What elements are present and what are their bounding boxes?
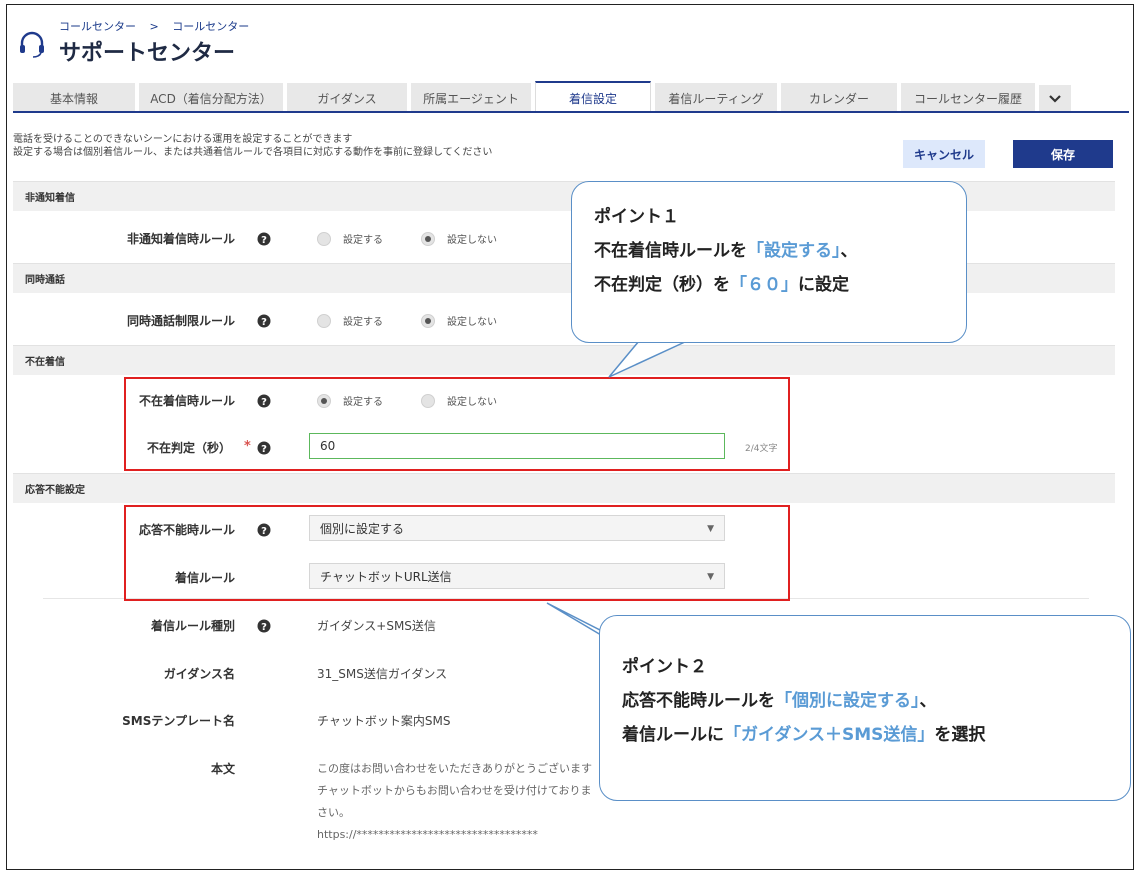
rule-type-label: 着信ルール種別 xyxy=(150,619,235,633)
tab-agents[interactable]: 所属エージェント xyxy=(411,83,531,113)
breadcrumb: コールセンター > コールセンター xyxy=(59,18,259,34)
callout-text: に設定 xyxy=(798,275,849,295)
callout-emphasis: 「６０」 xyxy=(730,275,798,295)
callout-point2: ポイント２ 応答不能時ルールを「個別に設定する」、 着信ルールに「ガイダンス＋S… xyxy=(599,615,1131,801)
help-icon[interactable]: ? xyxy=(257,314,271,328)
tab-incoming-settings[interactable]: 着信設定 xyxy=(535,81,651,113)
concurrent-radio-on[interactable] xyxy=(317,314,331,328)
tab-basic-info[interactable]: 基本情報 xyxy=(13,83,135,113)
page-title: サポートセンター xyxy=(59,41,236,66)
tab-acd[interactable]: ACD（着信分配方法） xyxy=(139,83,283,113)
callout-emphasis: 「設定する」 xyxy=(747,241,841,261)
sms-body-text: この度はお問い合わせをいただきありがとうございます チャットボットからもお問い合… xyxy=(317,758,592,846)
callout-text: を選択 xyxy=(934,725,986,745)
anonymous-rule-label: 非通知着信時ルール xyxy=(126,232,235,246)
highlight-box-absent xyxy=(124,377,790,471)
sms-template-label: SMSテンプレート名 xyxy=(122,714,235,728)
tab-history[interactable]: コールセンター履歴 xyxy=(901,83,1035,113)
body-line: チャットボットからもお問い合わせを受け付けておりま xyxy=(317,784,592,797)
concurrent-rule-label: 同時通話制限ルール xyxy=(126,314,235,328)
callout-emphasis: 「個別に設定する」 xyxy=(775,691,920,711)
tab-underline xyxy=(13,111,1129,113)
rule-type-value: ガイダンス+SMS送信 xyxy=(317,619,436,633)
callout-point1: ポイント１ 不在着信時ルールを「設定する」、 不在判定（秒）を「６０」に設定 xyxy=(571,181,967,343)
callout-text: 、 xyxy=(919,691,937,711)
callout-line: 不在判定（秒）を「６０」に設定 xyxy=(594,268,944,302)
callout-line: 不在着信時ルールを「設定する」、 xyxy=(594,234,944,268)
chevron-down-icon xyxy=(1049,95,1061,103)
callout-text: 不在判定（秒）を xyxy=(594,275,730,295)
callout-emphasis: 「ガイダンス＋SMS送信」 xyxy=(724,725,935,745)
help-icon[interactable]: ? xyxy=(257,619,271,633)
guidance-name-value: 31_SMS送信ガイダンス xyxy=(317,667,448,681)
body-label: 本文 xyxy=(210,762,235,776)
body-line: この度はお問い合わせをいただきありがとうございます xyxy=(317,762,592,775)
app-window: コールセンター > コールセンター サポートセンター 基本情報 ACD（着信分配… xyxy=(6,4,1134,870)
radio-label: 設定しない xyxy=(447,317,497,328)
svg-text:?: ? xyxy=(261,317,267,328)
breadcrumb-separator: > xyxy=(149,20,159,33)
headset-icon xyxy=(20,31,44,58)
callout-heading: ポイント２ xyxy=(622,657,707,677)
anonymous-radio-off[interactable] xyxy=(421,232,435,246)
cancel-button[interactable]: キャンセル xyxy=(903,140,985,168)
radio-label: 設定する xyxy=(343,235,383,246)
tab-bar: 基本情報 ACD（着信分配方法） ガイダンス 所属エージェント 着信設定 着信ル… xyxy=(13,79,1129,113)
concurrent-radio-off[interactable] xyxy=(421,314,435,328)
anonymous-radio-on[interactable] xyxy=(317,232,331,246)
guidance-name-label: ガイダンス名 xyxy=(163,667,235,681)
callout-text: 、 xyxy=(840,241,858,261)
callout-text: 着信ルールに xyxy=(622,725,724,745)
section-header-unavailable: 応答不能設定 xyxy=(13,473,1115,503)
callout-line: 応答不能時ルールを「個別に設定する」、 xyxy=(622,684,1108,718)
sms-template-value: チャットボット案内SMS xyxy=(317,714,451,728)
tabs-more-button[interactable] xyxy=(1039,85,1071,113)
radio-label: 設定しない xyxy=(447,235,497,246)
breadcrumb-item[interactable]: コールセンター xyxy=(172,20,249,33)
callout-line: 着信ルールに「ガイダンス＋SMS送信」を選択 xyxy=(622,718,1108,752)
callout-text: 不在着信時ルールを xyxy=(594,241,747,261)
tab-calendar[interactable]: カレンダー xyxy=(781,83,897,113)
description-line: 設定する場合は個別着信ルール、または共通着信ルールで各項目に対応する動作を事前に… xyxy=(13,147,493,158)
tab-incoming-routing[interactable]: 着信ルーティング xyxy=(655,83,777,113)
highlight-box-unavailable xyxy=(124,505,790,601)
save-button[interactable]: 保存 xyxy=(1013,140,1113,168)
svg-text:?: ? xyxy=(261,622,267,633)
callout-heading: ポイント１ xyxy=(594,207,679,227)
breadcrumb-item[interactable]: コールセンター xyxy=(59,20,136,33)
description-line: 電話を受けることのできないシーンにおける運用を設定することができます xyxy=(13,134,353,145)
body-line: さい。 xyxy=(317,806,350,819)
svg-text:?: ? xyxy=(261,235,267,246)
help-icon[interactable]: ? xyxy=(257,232,271,246)
body-line: https://********************************… xyxy=(317,828,538,841)
page-description: 電話を受けることのできないシーンにおける運用を設定することができます 設定する場… xyxy=(13,133,492,159)
section-header-absent: 不在着信 xyxy=(13,345,1115,375)
radio-label: 設定する xyxy=(343,317,383,328)
tab-guidance[interactable]: ガイダンス xyxy=(287,83,407,113)
callout-text: 応答不能時ルールを xyxy=(622,691,775,711)
